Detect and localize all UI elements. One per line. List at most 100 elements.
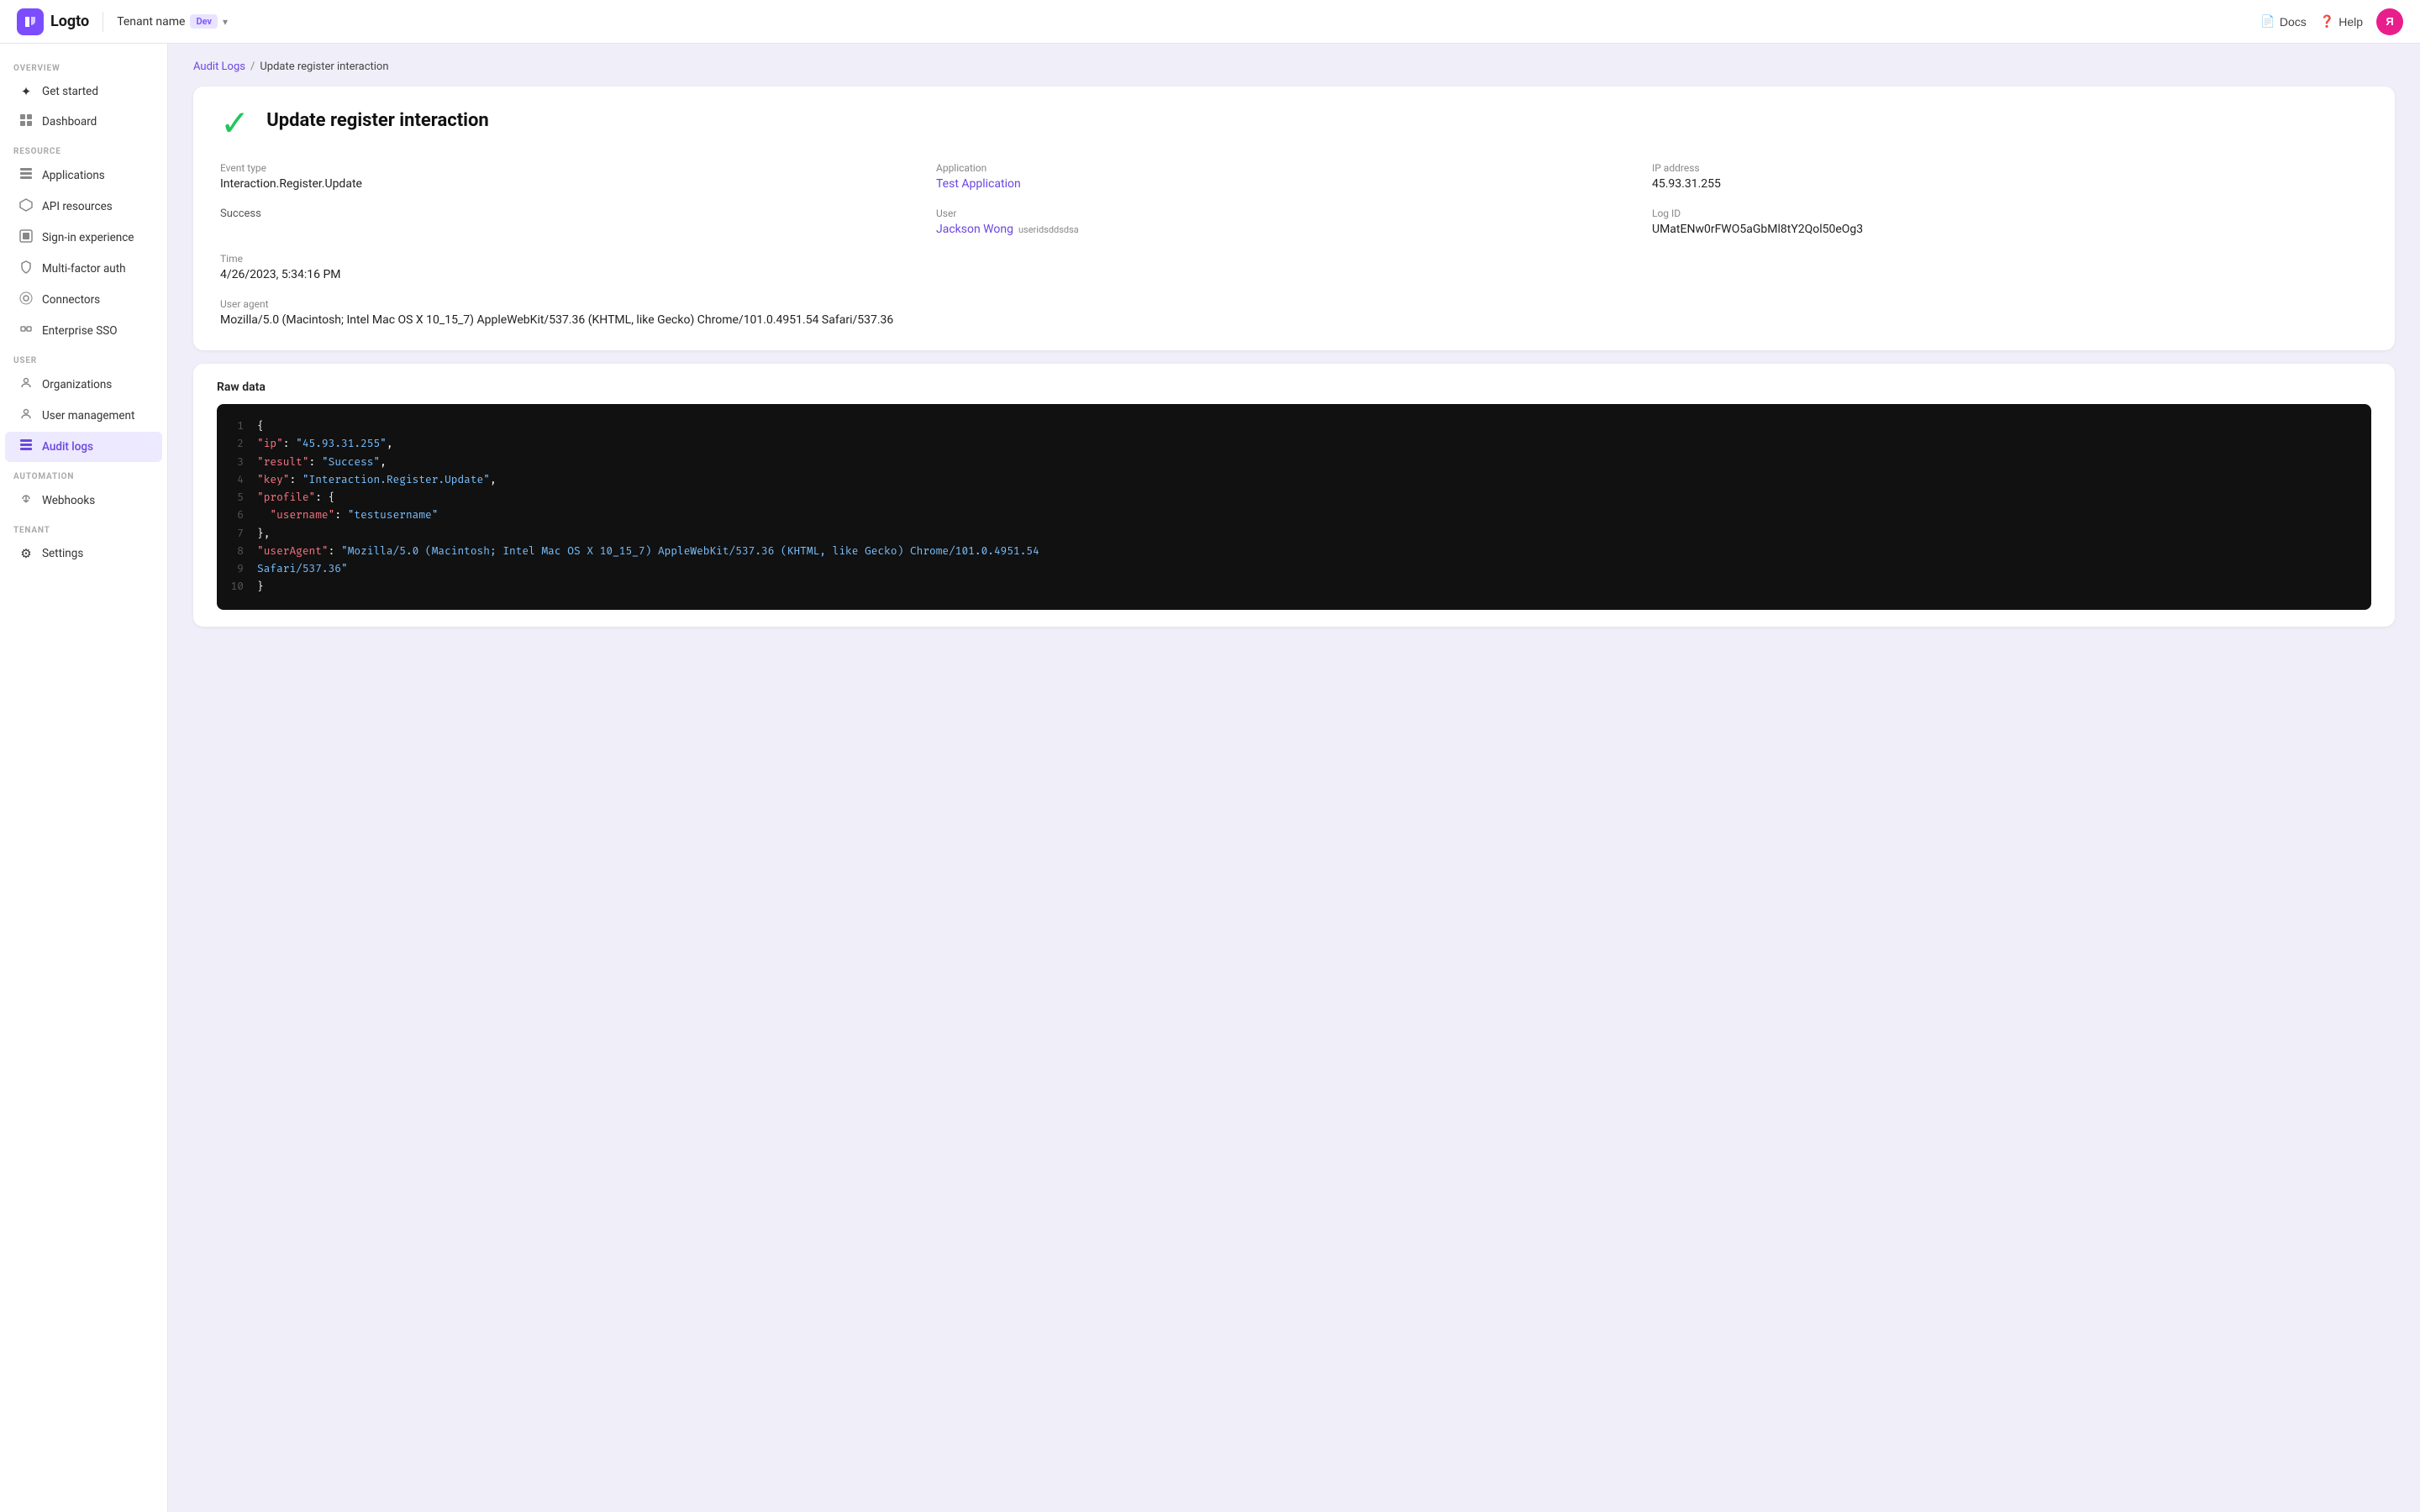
breadcrumb-parent-link[interactable]: Audit Logs (193, 60, 245, 73)
raw-data-card: Raw data 1 { 2 "ip": "45.93.31.255", 3 "… (193, 364, 2395, 627)
dashboard-icon (18, 113, 34, 130)
event-type-label: Event type (220, 162, 936, 174)
sidebar-item-dashboard[interactable]: Dashboard (5, 107, 162, 137)
breadcrumb-separator: / (250, 60, 255, 73)
ip-address-label: IP address (1652, 162, 2368, 174)
detail-user-agent: User agent Mozilla/5.0 (Macintosh; Intel… (220, 298, 2368, 327)
enterprise-sso-icon (18, 323, 34, 339)
help-label: Help (2338, 15, 2363, 29)
logo-area: Logto (17, 8, 89, 35)
sidebar-item-user-management[interactable]: User management (5, 401, 162, 431)
code-line-7: 7 }, (230, 525, 2358, 543)
sidebar-label-get-started: Get started (42, 85, 98, 98)
user-avatar-button[interactable]: Я (2376, 8, 2403, 35)
topbar-right: 📄 Docs ❓ Help Я (2260, 8, 2403, 35)
sidebar-section-user: USER Organizations User management Audit… (0, 349, 167, 462)
code-line-10: 10 } (230, 578, 2358, 596)
help-button[interactable]: ❓ Help (2320, 14, 2363, 29)
code-line-4: 4 "key": "Interaction.Register.Update", (230, 471, 2358, 489)
help-icon: ❓ (2320, 14, 2334, 29)
logto-logo-icon (17, 8, 44, 35)
sidebar-item-enterprise-sso[interactable]: Enterprise SSO (5, 316, 162, 346)
code-line-2: 2 "ip": "45.93.31.255", (230, 435, 2358, 453)
sidebar-item-api-resources[interactable]: API resources (5, 192, 162, 222)
event-type-value: Interaction.Register.Update (220, 177, 936, 191)
user-label: User (936, 207, 1652, 219)
card-header: ✓ Update register interaction (220, 110, 2368, 142)
applications-icon (18, 167, 34, 184)
detail-time: Time 4/26/2023, 5:34:16 PM (220, 253, 936, 281)
settings-icon: ⚙ (18, 546, 34, 561)
success-check-icon: ✓ (220, 107, 250, 142)
chevron-down-icon: ▾ (223, 16, 228, 28)
detail-grid: Event type Interaction.Register.Update A… (220, 162, 2368, 327)
organizations-icon (18, 376, 34, 393)
sidebar-item-audit-logs[interactable]: Audit logs (5, 432, 162, 462)
sidebar-section-tenant: TENANT ⚙ Settings (0, 519, 167, 568)
log-id-label: Log ID (1652, 207, 2368, 219)
code-line-9: 9 Safari/537.36" (230, 560, 2358, 578)
event-title: Update register interaction (266, 110, 489, 131)
sidebar-label-applications: Applications (42, 169, 105, 182)
sidebar-label-settings: Settings (42, 547, 83, 560)
sidebar-item-organizations[interactable]: Organizations (5, 370, 162, 400)
sidebar-item-multi-factor-auth[interactable]: Multi-factor auth (5, 254, 162, 284)
logo-text: Logto (50, 13, 89, 30)
main-layout: OVERVIEW ✦ Get started Dashboard RESOURC… (0, 44, 2420, 1512)
multi-factor-auth-icon (18, 260, 34, 277)
sidebar-label-audit-logs: Audit logs (42, 440, 93, 454)
status-cell: Success (220, 207, 936, 236)
user-id-badge: useridsddsdsa (1018, 224, 1079, 235)
user-name-link[interactable]: Jackson Wong (936, 223, 1013, 236)
api-resources-icon (18, 198, 34, 215)
sidebar-label-user-management: User management (42, 409, 134, 423)
user-management-icon (18, 407, 34, 424)
application-link[interactable]: Test Application (936, 177, 1652, 191)
code-line-6: 6 "username": "testusername" (230, 507, 2358, 524)
user-agent-label: User agent (220, 298, 2368, 310)
code-line-1: 1 { (230, 417, 2358, 435)
code-line-3: 3 "result": "Success", (230, 454, 2358, 471)
user-agent-value: Mozilla/5.0 (Macintosh; Intel Mac OS X 1… (220, 313, 2368, 327)
sidebar-item-get-started[interactable]: ✦ Get started (5, 77, 162, 106)
sidebar-item-applications[interactable]: Applications (5, 160, 162, 191)
sidebar-label-dashboard: Dashboard (42, 115, 97, 129)
status-label: Success (220, 207, 936, 220)
sidebar-item-settings[interactable]: ⚙ Settings (5, 539, 162, 568)
sidebar-label-webhooks: Webhooks (42, 494, 95, 507)
time-value: 4/26/2023, 5:34:16 PM (220, 268, 936, 281)
sidebar-section-label-automation: AUTOMATION (0, 465, 167, 485)
content-area: Audit Logs / Update register interaction… (168, 44, 2420, 1512)
docs-label: Docs (2280, 15, 2307, 29)
detail-log-id: Log ID UMatENw0rFWO5aGbMl8tY2Qol50eOg3 (1652, 207, 2368, 236)
sidebar-label-enterprise-sso: Enterprise SSO (42, 324, 118, 338)
sidebar-section-label-tenant: TENANT (0, 519, 167, 538)
sidebar-label-connectors: Connectors (42, 293, 100, 307)
webhooks-icon (18, 492, 34, 509)
log-id-value: UMatENw0rFWO5aGbMl8tY2Qol50eOg3 (1652, 223, 2368, 236)
tenant-badge: Dev (190, 14, 218, 29)
sidebar-section-label-user: USER (0, 349, 167, 369)
docs-button[interactable]: 📄 Docs (2260, 14, 2306, 29)
sidebar-item-connectors[interactable]: Connectors (5, 285, 162, 315)
code-block: 1 { 2 "ip": "45.93.31.255", 3 "result": … (217, 404, 2371, 610)
breadcrumb-current: Update register interaction (260, 60, 388, 73)
detail-application: Application Test Application (936, 162, 1652, 191)
sidebar-item-webhooks[interactable]: Webhooks (5, 486, 162, 516)
get-started-icon: ✦ (18, 84, 34, 99)
sidebar-label-multi-factor-auth: Multi-factor auth (42, 262, 126, 276)
application-label: Application (936, 162, 1652, 174)
sign-in-experience-icon (18, 229, 34, 246)
code-line-5: 5 "profile": { (230, 489, 2358, 507)
tenant-selector[interactable]: Tenant name Dev ▾ (117, 14, 228, 29)
topbar-left: Logto Tenant name Dev ▾ (17, 8, 228, 35)
sidebar-section-label-overview: OVERVIEW (0, 57, 167, 76)
topbar: Logto Tenant name Dev ▾ 📄 Docs ❓ Help Я (0, 0, 2420, 44)
tenant-name: Tenant name (117, 15, 185, 29)
sidebar-label-organizations: Organizations (42, 378, 112, 391)
sidebar-section-label-resource: RESOURCE (0, 140, 167, 160)
sidebar-section-automation: AUTOMATION Webhooks (0, 465, 167, 516)
sidebar-item-sign-in-experience[interactable]: Sign-in experience (5, 223, 162, 253)
user-value-area: Jackson Wong useridsddsdsa (936, 223, 1652, 236)
sidebar-section-resource: RESOURCE Applications API resources Sign… (0, 140, 167, 346)
